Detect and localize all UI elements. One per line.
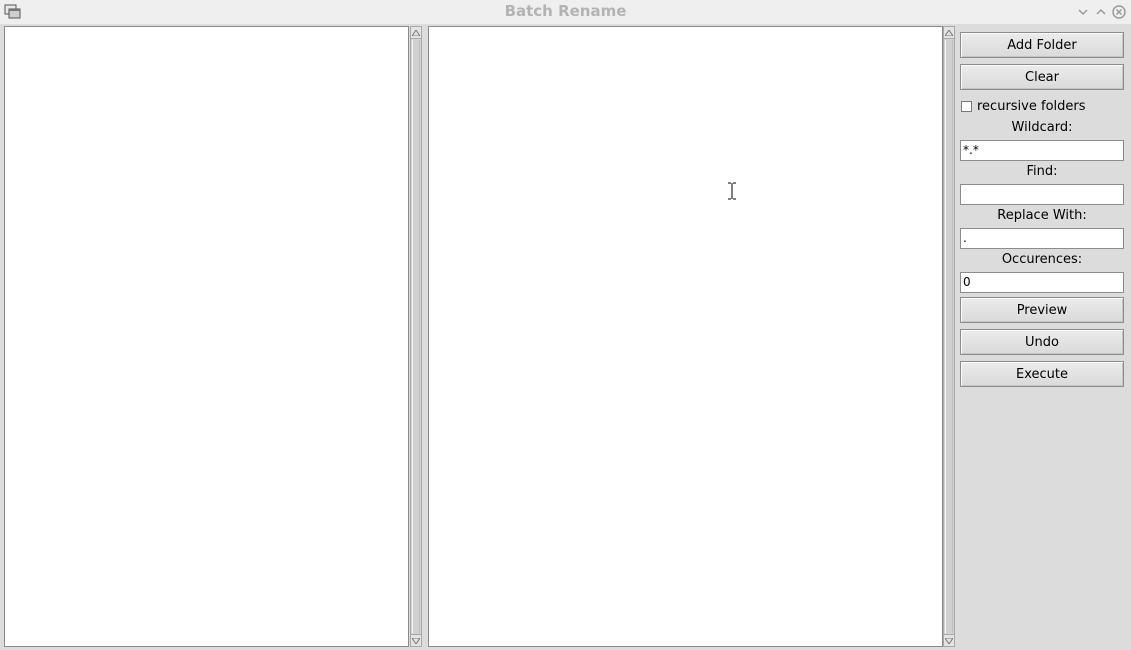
wildcard-input[interactable]: *.* [960,140,1124,161]
source-file-list[interactable] [4,26,409,647]
maximize-icon[interactable] [1093,4,1109,20]
occurrences-input[interactable]: 0 [960,272,1124,293]
preview-button[interactable]: Preview [960,297,1124,323]
scroll-down-icon[interactable] [944,634,954,646]
clear-button[interactable]: Clear [960,64,1124,90]
find-input[interactable] [960,184,1124,205]
replace-with-label: Replace With: [997,208,1087,223]
preview-list-scrollbar[interactable] [943,26,955,647]
preview-file-list[interactable] [428,26,943,647]
recursive-folders-checkbox[interactable] [961,100,972,112]
window-title: Batch Rename [504,2,627,20]
title-bar[interactable]: Batch Rename [0,0,1131,24]
scroll-thumb[interactable] [412,40,420,633]
wildcard-label: Wildcard: [1011,120,1073,135]
close-icon[interactable] [1111,4,1127,20]
execute-button[interactable]: Execute [960,361,1124,387]
occurrences-label: Occurences: [1001,252,1083,267]
recursive-folders-option[interactable]: recursive folders [961,98,1086,114]
scroll-up-icon[interactable] [411,27,421,39]
find-label: Find: [1026,164,1058,179]
scroll-down-icon[interactable] [411,634,421,646]
scroll-thumb[interactable] [945,40,953,633]
source-list-scrollbar[interactable] [410,26,422,647]
add-folder-button[interactable]: Add Folder [960,32,1124,58]
undo-button[interactable]: Undo [960,329,1124,355]
minimize-icon[interactable] [1075,4,1091,20]
scroll-up-icon[interactable] [944,27,954,39]
replace-with-input[interactable]: . [960,228,1124,249]
text-cursor-icon [727,181,737,201]
recursive-folders-label: recursive folders [977,98,1086,114]
batch-rename-window: Batch Rename Add Folder Clear recursive … [0,0,1131,650]
